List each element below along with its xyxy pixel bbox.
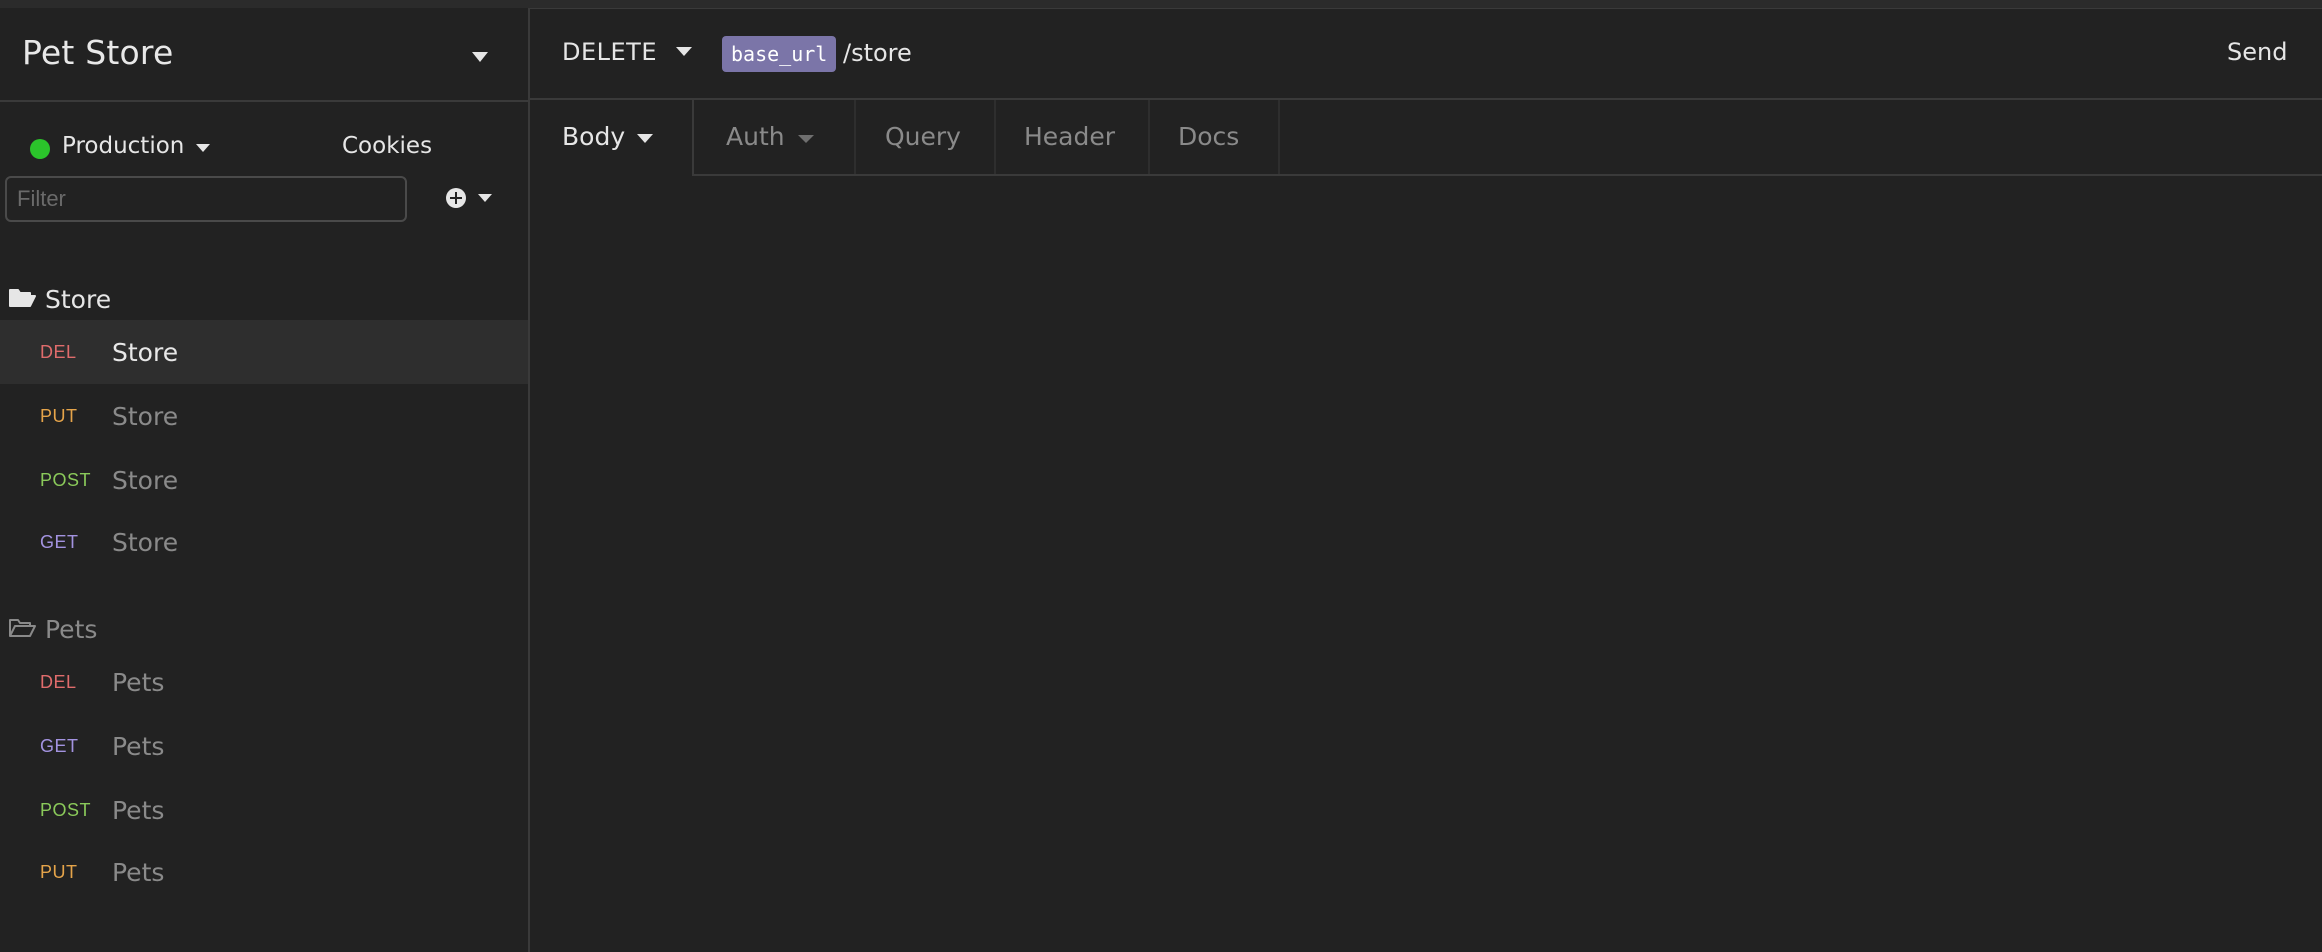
- sidebar-request-item[interactable]: PUT Store: [0, 384, 528, 448]
- url-variable-tag[interactable]: base_url: [722, 36, 837, 72]
- body-editor[interactable]: [530, 178, 2322, 952]
- app-window: Pet Store Production Cookies Store DEL Sto…: [0, 0, 2322, 952]
- chevron-down-icon[interactable]: [478, 194, 492, 202]
- folder-open-icon: [8, 286, 36, 314]
- filter-input[interactable]: [5, 176, 407, 222]
- tab-auth[interactable]: Auth: [694, 100, 856, 174]
- sidebar-request-item[interactable]: DEL Store: [0, 320, 528, 384]
- environment-row: Production Cookies: [0, 120, 528, 170]
- send-button[interactable]: Send: [2227, 38, 2287, 66]
- sidebar-request-item[interactable]: POST Pets: [0, 778, 528, 842]
- chevron-down-icon[interactable]: [472, 52, 488, 62]
- request-name: Store: [112, 402, 179, 431]
- folder-label: Pets: [45, 615, 98, 644]
- method-badge: GET: [40, 532, 79, 552]
- plus-circle-icon[interactable]: [446, 188, 466, 208]
- tab-auth-label: Auth: [726, 122, 785, 151]
- tabs-divider: [692, 174, 2322, 176]
- folder-0[interactable]: Store: [0, 272, 528, 326]
- sidebar: Pet Store Production Cookies Store DEL Sto…: [0, 8, 530, 952]
- chevron-down-icon[interactable]: [637, 134, 653, 143]
- request-name: Store: [112, 466, 179, 495]
- method-badge: PUT: [40, 862, 78, 882]
- method-badge: PUT: [40, 406, 78, 426]
- cookies-button[interactable]: Cookies: [342, 133, 432, 159]
- method-dropdown[interactable]: DELETE: [562, 38, 657, 66]
- url-bar: DELETE base_url /store Send: [530, 8, 2322, 100]
- method-badge: POST: [40, 470, 92, 490]
- request-name: Pets: [112, 858, 165, 887]
- request-pane: DELETE base_url /store Send Body Auth Qu…: [530, 8, 2322, 952]
- request-name: Pets: [112, 796, 165, 825]
- request-name: Pets: [112, 668, 165, 697]
- sidebar-request-item[interactable]: PUT Pets: [0, 840, 528, 904]
- sidebar-request-item[interactable]: GET Pets: [0, 714, 528, 778]
- environment-status-dot: [30, 139, 50, 159]
- chevron-down-icon[interactable]: [798, 135, 814, 143]
- request-tabs: Body Auth Query Header Docs: [530, 100, 2322, 176]
- folder-label: Store: [45, 285, 112, 314]
- request-name: Pets: [112, 732, 165, 761]
- method-badge: GET: [40, 736, 79, 756]
- request-name: Store: [112, 338, 179, 367]
- method-badge: POST: [40, 800, 92, 820]
- tab-header-label: Header: [1024, 122, 1116, 151]
- tab-body[interactable]: Body: [530, 100, 694, 174]
- tab-docs[interactable]: Docs: [1150, 100, 1280, 174]
- sidebar-request-item[interactable]: GET Store: [0, 510, 528, 574]
- tab-body-label: Body: [562, 122, 626, 151]
- environment-selector[interactable]: Production: [62, 133, 184, 159]
- method-badge: DEL: [40, 672, 77, 692]
- folder-1[interactable]: Pets: [0, 602, 528, 656]
- tab-docs-label: Docs: [1178, 122, 1240, 151]
- sidebar-request-item[interactable]: DEL Pets: [0, 650, 528, 714]
- sidebar-request-item[interactable]: POST Store: [0, 448, 528, 512]
- chevron-down-icon[interactable]: [196, 144, 210, 152]
- tab-query[interactable]: Query: [856, 100, 996, 174]
- tab-header[interactable]: Header: [996, 100, 1150, 174]
- workspace-title[interactable]: Pet Store: [22, 33, 173, 72]
- folder-open-icon: [8, 616, 36, 644]
- method-badge: DEL: [40, 342, 77, 362]
- request-name: Store: [112, 528, 179, 557]
- chevron-down-icon[interactable]: [676, 47, 692, 56]
- tab-query-label: Query: [885, 122, 961, 151]
- add-request-button[interactable]: [446, 188, 506, 214]
- url-input[interactable]: /store: [843, 39, 912, 67]
- workspace-header[interactable]: Pet Store: [0, 8, 528, 102]
